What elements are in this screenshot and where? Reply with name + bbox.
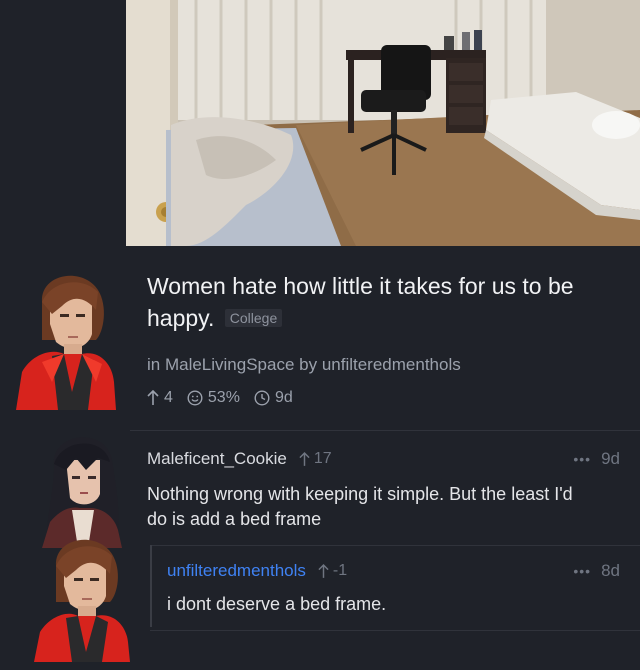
- age-stat: 9d: [254, 389, 293, 407]
- post-stats: 4 53% 9d: [147, 389, 307, 407]
- reply-thread-line: [150, 545, 152, 627]
- comment-author-op[interactable]: unfilteredmenthols: [167, 561, 306, 581]
- comment-header: Maleficent_Cookie 17: [147, 449, 332, 469]
- comment-score-value: -1: [332, 562, 348, 579]
- post-age: 9d: [274, 389, 293, 406]
- post-flair[interactable]: College: [224, 309, 283, 327]
- comment-actions: ••• 8d: [573, 561, 620, 581]
- comment-header: unfilteredmenthols -1: [167, 561, 347, 581]
- upvote-arrow-icon: [147, 390, 159, 405]
- comment-age: 8d: [601, 561, 620, 580]
- comment-body: Nothing wrong with keeping it simple. Bu…: [147, 484, 573, 529]
- post-meta[interactable]: in MaleLivingSpace by unfilteredmenthols: [147, 355, 461, 375]
- comment-score[interactable]: 17: [299, 450, 332, 468]
- post-author-avatar[interactable]: [12, 262, 116, 410]
- post-title[interactable]: Women hate how little it takes for us to…: [147, 270, 627, 334]
- upvote-stat[interactable]: 4: [147, 389, 173, 407]
- ratio-stat: 53%: [187, 389, 240, 407]
- post-image[interactable]: [126, 0, 640, 246]
- comment-score[interactable]: -1: [318, 562, 347, 580]
- post-title-text[interactable]: Women hate how little it takes for us to…: [147, 273, 574, 331]
- upvote-count: 4: [164, 389, 173, 406]
- divider: [150, 630, 640, 631]
- op-reply-avatar[interactable]: [32, 528, 130, 662]
- upvote-arrow-icon: [299, 451, 310, 466]
- smiley-icon: [187, 390, 203, 406]
- comment-actions: ••• 9d: [573, 449, 620, 469]
- upvote-arrow-icon: [318, 563, 329, 578]
- comment-score-value: 17: [313, 450, 332, 467]
- divider: [150, 545, 640, 546]
- comment-author[interactable]: Maleficent_Cookie: [147, 449, 287, 469]
- divider: [130, 430, 640, 431]
- comment-body: i dont deserve a bed frame.: [167, 594, 387, 614]
- comment-age: 9d: [601, 449, 620, 468]
- upvote-ratio: 53%: [207, 389, 240, 406]
- more-options-icon[interactable]: •••: [573, 451, 591, 467]
- clock-icon: [254, 390, 270, 406]
- more-options-icon[interactable]: •••: [573, 563, 591, 579]
